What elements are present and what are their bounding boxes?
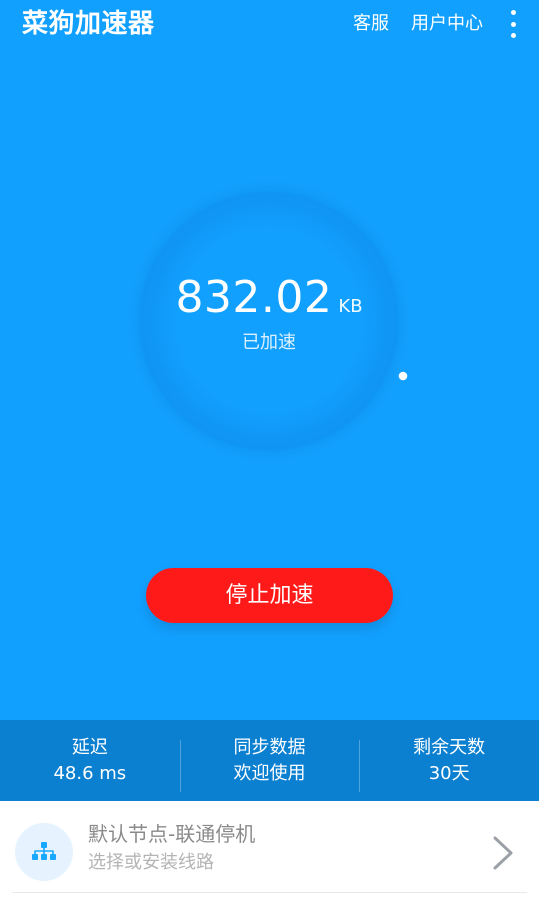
speed-ring: 832.02 KB 已加速 — [112, 164, 426, 478]
dot-icon — [510, 10, 516, 15]
stat-value: 欢迎使用 — [233, 762, 306, 784]
stat-label: 剩余天数 — [413, 736, 486, 758]
user-center-link[interactable]: 用户中心 — [411, 0, 483, 48]
inner-disc — [141, 193, 397, 449]
stat-sync-data: 同步数据 欢迎使用 — [179, 734, 360, 792]
stat-latency: 延迟 48.6 ms — [0, 734, 180, 788]
node-subtitle: 选择或安装线路 — [88, 852, 214, 873]
dot-icon — [510, 33, 516, 38]
progress-indicator-dot — [398, 371, 408, 381]
node-title: 默认节点-联通停机 — [88, 822, 256, 846]
more-vertical-icon[interactable] — [505, 10, 521, 38]
chevron-right-icon — [493, 836, 513, 870]
hero-panel: 菜狗加速器 客服 用户中心 832.02 KB 已加速 停止加速 — [0, 0, 539, 720]
customer-service-link[interactable]: 客服 — [353, 0, 389, 48]
stats-bar: 延迟 48.6 ms 同步数据 欢迎使用 剩余天数 30天 — [0, 720, 539, 801]
stat-label: 延迟 — [71, 736, 108, 758]
stat-value: 30天 — [428, 762, 470, 784]
stat-value: 48.6 ms — [53, 762, 127, 784]
speed-ring-graphic — [117, 169, 421, 473]
dot-icon — [510, 21, 516, 27]
network-nodes-icon — [15, 823, 73, 881]
node-selector[interactable]: 默认节点-联通停机 选择或安装线路 — [0, 801, 539, 905]
stat-label: 同步数据 — [233, 736, 306, 758]
top-actions: 客服 用户中心 — [353, 0, 539, 48]
network-nodes-glyph — [32, 842, 56, 860]
stat-remaining-days: 剩余天数 30天 — [359, 734, 539, 792]
divider — [12, 892, 527, 893]
accelerator-screen: 菜狗加速器 客服 用户中心 832.02 KB 已加速 停止加速 延迟 48.6… — [0, 0, 539, 905]
app-title: 菜狗加速器 — [22, 9, 155, 39]
stop-acceleration-button[interactable]: 停止加速 — [146, 568, 393, 623]
